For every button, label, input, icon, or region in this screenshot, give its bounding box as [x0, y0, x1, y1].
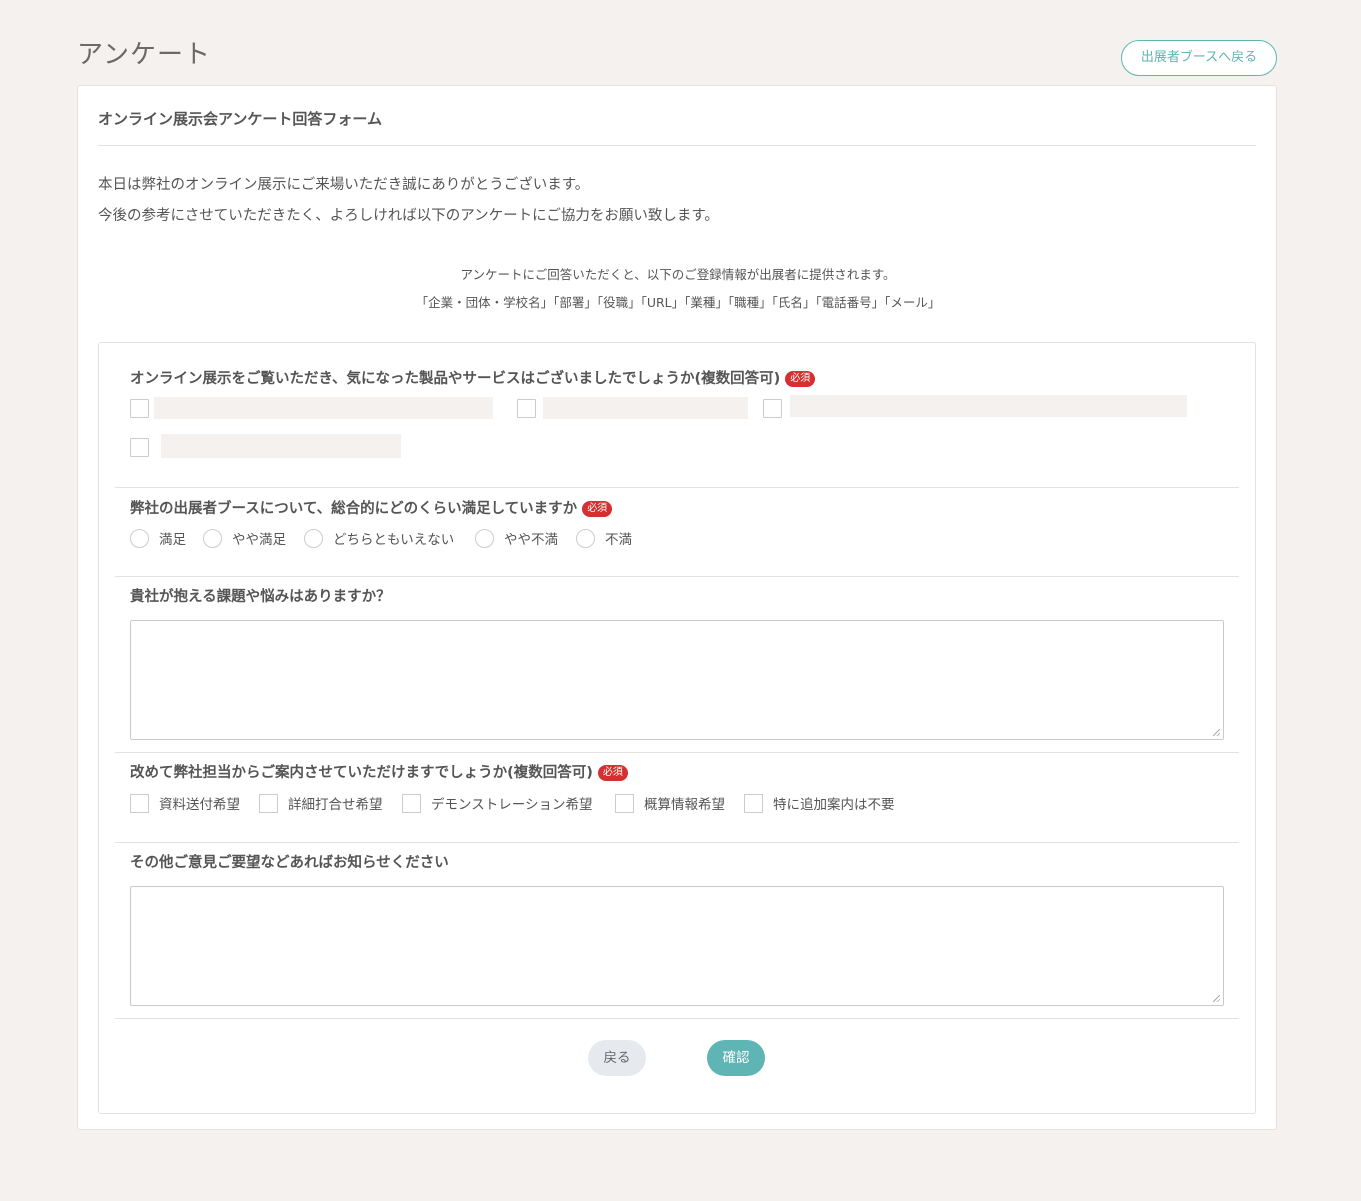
- contact-option-5[interactable]: 特に追加案内は不要: [744, 792, 895, 814]
- product-checkbox-1[interactable]: [130, 399, 149, 418]
- question-2-text: 弊社の出展者ブースについて、総合的にどのくらい満足していますか: [130, 501, 578, 517]
- divider: [115, 1018, 1239, 1019]
- data-sharing-notice: アンケートにご回答いただくと、以下のご登録情報が出展者に提供されます。 「企業・…: [78, 261, 1278, 317]
- divider: [115, 842, 1239, 843]
- satisfaction-option-5[interactable]: 不満: [576, 527, 632, 549]
- option-label: 詳細打合せ希望: [288, 797, 383, 813]
- option-label: 満足: [159, 532, 186, 548]
- redacted-product-label-2: [543, 397, 748, 419]
- required-badge: 必須: [582, 501, 613, 517]
- option-label: 資料送付希望: [159, 797, 240, 813]
- required-badge: 必須: [597, 765, 628, 781]
- required-badge: 必須: [785, 371, 816, 387]
- divider: [115, 752, 1239, 753]
- option-label: どちらともいえない: [333, 532, 455, 548]
- back-button[interactable]: 戻る: [588, 1040, 646, 1076]
- option-label: 不満: [605, 532, 632, 548]
- checkbox[interactable]: [615, 793, 634, 813]
- satisfaction-option-4[interactable]: やや不満: [475, 527, 558, 549]
- divider: [98, 145, 1256, 146]
- confirm-button[interactable]: 確認: [707, 1040, 765, 1076]
- option-label: デモンストレーション希望: [431, 797, 593, 813]
- divider: [115, 487, 1239, 488]
- redacted-product-label-3: [790, 395, 1187, 417]
- checkbox[interactable]: [402, 793, 421, 813]
- comments-textarea[interactable]: [130, 886, 1224, 1006]
- resize-handle-icon[interactable]: [1213, 995, 1220, 1002]
- checkbox[interactable]: [259, 793, 278, 813]
- option-label: 特に追加案内は不要: [773, 797, 895, 813]
- resize-handle-icon[interactable]: [1213, 729, 1220, 736]
- redacted-product-label-1: [154, 397, 493, 419]
- radio-button[interactable]: [203, 528, 222, 548]
- notice-line-1: アンケートにご回答いただくと、以下のご登録情報が出展者に提供されます。: [460, 267, 896, 282]
- questions-panel: オンライン展示をご覧いただき、気になった製品やサービスはございましたでしょうか(…: [98, 342, 1256, 1114]
- checkbox[interactable]: [744, 793, 763, 813]
- option-label: やや満足: [232, 532, 286, 548]
- survey-card: オンライン展示会アンケート回答フォーム 本日は弊社のオンライン展示にご来場いただ…: [77, 85, 1277, 1130]
- product-checkbox-2[interactable]: [517, 399, 536, 418]
- checkbox[interactable]: [130, 793, 149, 813]
- question-1-title: オンライン展示をご覧いただき、気になった製品やサービスはございましたでしょうか(…: [130, 367, 816, 388]
- contact-option-3[interactable]: デモンストレーション希望: [402, 792, 592, 814]
- question-4-text: 改めて弊社担当からご案内させていただけますでしょうか(複数回答可): [130, 765, 593, 781]
- question-5-text: その他ご意見ご要望などあればお知らせください: [130, 855, 449, 871]
- product-checkbox-4[interactable]: [130, 438, 149, 457]
- satisfaction-option-1[interactable]: 満足: [130, 527, 186, 549]
- option-label: やや不満: [504, 532, 558, 548]
- radio-button[interactable]: [576, 528, 595, 548]
- back-to-booth-button[interactable]: 出展者ブースへ戻る: [1121, 40, 1277, 76]
- question-2-title: 弊社の出展者ブースについて、総合的にどのくらい満足していますか 必須: [130, 497, 613, 518]
- question-1-text: オンライン展示をご覧いただき、気になった製品やサービスはございましたでしょうか(…: [130, 371, 781, 387]
- intro-line-1: 本日は弊社のオンライン展示にご来場いただき誠にありがとうございます。: [98, 177, 590, 193]
- intro-text: 本日は弊社のオンライン展示にご来場いただき誠にありがとうございます。 今後の参考…: [98, 170, 719, 232]
- option-label: 概算情報希望: [644, 797, 725, 813]
- satisfaction-option-3[interactable]: どちらともいえない: [304, 527, 454, 549]
- radio-button[interactable]: [475, 528, 494, 548]
- intro-line-2: 今後の参考にさせていただきたく、よろしければ以下のアンケートにご協力をお願い致し…: [98, 208, 719, 224]
- form-title: オンライン展示会アンケート回答フォーム: [98, 110, 382, 128]
- contact-option-1[interactable]: 資料送付希望: [130, 792, 240, 814]
- divider: [115, 576, 1239, 577]
- radio-button[interactable]: [304, 528, 323, 548]
- question-3-text: 貴社が抱える課題や悩みはありますか？: [130, 589, 391, 605]
- radio-button[interactable]: [130, 528, 149, 548]
- question-3-title: 貴社が抱える課題や悩みはありますか？: [130, 585, 391, 606]
- product-checkbox-3[interactable]: [763, 399, 782, 418]
- notice-line-2: 「企業・団体・学校名」「部署」「役職」「URL」「業種」「職種」「氏名」「電話番…: [415, 295, 941, 310]
- page-title: アンケート: [77, 40, 211, 70]
- satisfaction-option-2[interactable]: やや満足: [203, 527, 286, 549]
- challenges-textarea[interactable]: [130, 620, 1224, 740]
- question-4-title: 改めて弊社担当からご案内させていただけますでしょうか(複数回答可) 必須: [130, 761, 628, 782]
- contact-option-2[interactable]: 詳細打合せ希望: [259, 792, 383, 814]
- redacted-product-label-4: [161, 434, 401, 458]
- question-5-title: その他ご意見ご要望などあればお知らせください: [130, 851, 449, 872]
- contact-option-4[interactable]: 概算情報希望: [615, 792, 725, 814]
